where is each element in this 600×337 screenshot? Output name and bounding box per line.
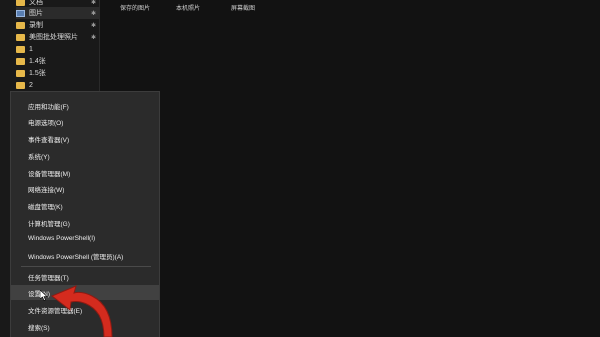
nav-item-recording[interactable]: 录制 ✱ <box>16 19 100 31</box>
pin-icon: ✱ <box>90 22 96 29</box>
nav-item-label: 美图批处理照片 <box>29 34 78 41</box>
menu-item-power-options[interactable]: 电源选项(O) <box>11 114 159 129</box>
nav-item-folder-1[interactable]: 1 <box>16 43 100 55</box>
menu-separator <box>21 266 151 267</box>
nav-item-meitu-batch[interactable]: 美图批处理照片 ✱ <box>16 31 100 43</box>
folder-icon <box>16 33 25 41</box>
nav-item-pictures[interactable]: 图片 ✱ <box>16 7 100 19</box>
nav-item-label: 图片 <box>29 10 43 17</box>
column-header-camera-roll[interactable]: 本机照片 <box>176 3 200 12</box>
nav-item-label: 文档 <box>29 0 43 6</box>
folder-icon <box>16 57 25 65</box>
menu-item-network-connections[interactable]: 网络连接(W) <box>11 181 159 196</box>
menu-item-powershell-admin[interactable]: Windows PowerShell (管理员)(A) <box>11 248 159 263</box>
nav-item-label: 1.4张 <box>29 58 46 65</box>
pin-icon: ✱ <box>90 10 96 17</box>
menu-item-system[interactable]: 系统(Y) <box>11 148 159 163</box>
menu-item-file-explorer[interactable]: 文件资源管理器(E) <box>11 302 159 317</box>
menu-item-apps-features[interactable]: 应用和功能(F) <box>11 98 159 113</box>
menu-item-task-manager[interactable]: 任务管理器(T) <box>11 269 159 284</box>
folder-icon <box>16 69 25 77</box>
menu-item-powershell[interactable]: Windows PowerShell(I) <box>11 231 159 246</box>
menu-item-device-manager[interactable]: 设备管理器(M) <box>11 165 159 180</box>
nav-item-label: 2 <box>29 81 33 89</box>
folder-icon <box>16 21 25 29</box>
folder-icon <box>16 0 25 6</box>
menu-item-computer-management[interactable]: 计算机管理(G) <box>11 215 159 230</box>
nav-item-label: 1 <box>29 45 33 53</box>
nav-item-label: 录制 <box>29 22 43 29</box>
column-header-screenshots[interactable]: 屏幕截图 <box>231 3 255 12</box>
nav-item-label: 1.5张 <box>29 70 46 77</box>
pin-icon: ✱ <box>90 0 96 6</box>
nav-item-folder-1-4[interactable]: 1.4张 <box>16 55 100 67</box>
nav-item-folder-2[interactable]: 2 <box>16 79 100 91</box>
menu-item-settings[interactable]: 设置(N) <box>11 285 159 300</box>
nav-item-folder-1-5[interactable]: 1.5张 <box>16 67 100 79</box>
menu-item-event-viewer[interactable]: 事件查看器(V) <box>11 131 159 146</box>
pictures-icon <box>16 9 25 17</box>
menu-item-disk-management[interactable]: 磁盘管理(K) <box>11 198 159 213</box>
winx-context-menu: 应用和功能(F) 电源选项(O) 事件查看器(V) 系统(Y) 设备管理器(M)… <box>10 91 160 337</box>
folder-icon <box>16 45 25 53</box>
folder-icon <box>16 81 25 89</box>
column-header-saved-pictures[interactable]: 保存的图片 <box>120 3 150 12</box>
pin-icon: ✱ <box>90 34 96 41</box>
menu-item-search[interactable]: 搜索(S) <box>11 319 159 334</box>
mouse-cursor-icon <box>40 290 48 301</box>
